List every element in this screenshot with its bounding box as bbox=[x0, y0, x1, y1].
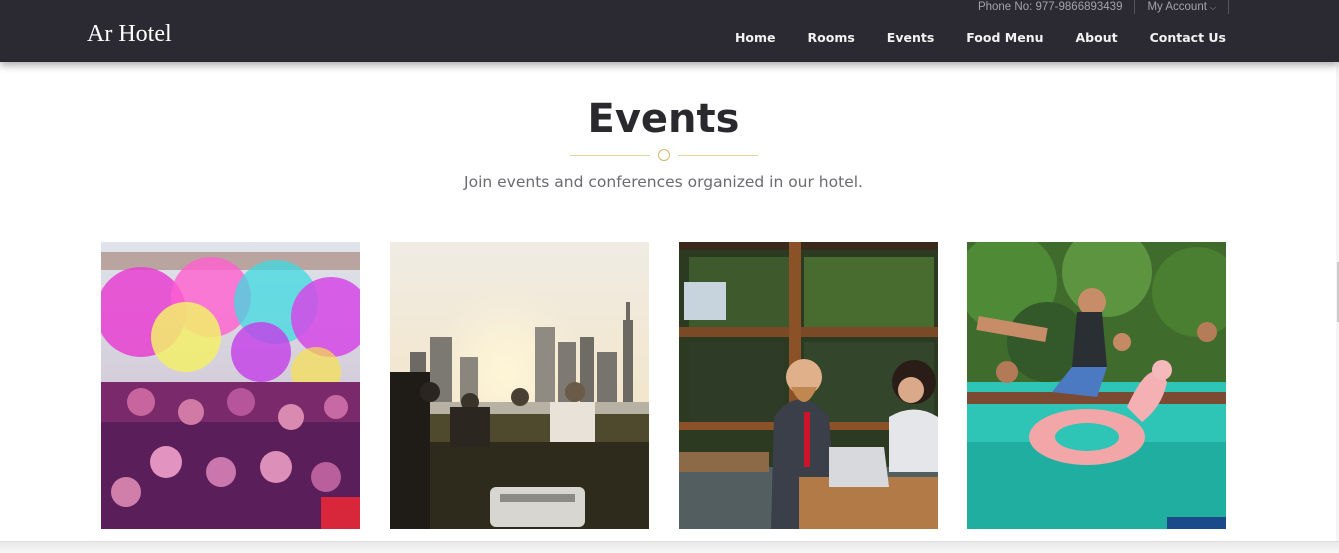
event-card-pool-party[interactable] bbox=[967, 242, 1226, 529]
site-header: Ar Hotel Phone No: 977-9866893439 My Acc… bbox=[0, 0, 1339, 62]
nav-food-menu[interactable]: Food Menu bbox=[966, 30, 1043, 46]
divider-line-right bbox=[678, 155, 758, 156]
brand-logo[interactable]: Ar Hotel bbox=[87, 19, 172, 49]
chevron-down-icon: ⌵ bbox=[1209, 3, 1216, 12]
nav-contact-us[interactable]: Contact Us bbox=[1150, 30, 1226, 46]
nav-home[interactable]: Home bbox=[735, 30, 776, 46]
my-account-label: My Account bbox=[1147, 1, 1207, 13]
utility-bar: Phone No: 977-9866893439 My Account ⌵ bbox=[978, 0, 1241, 14]
nav-about[interactable]: About bbox=[1076, 30, 1118, 46]
event-image-business-meeting bbox=[679, 242, 938, 529]
event-image-picnic bbox=[390, 242, 649, 529]
page-bottom-edge bbox=[0, 541, 1339, 553]
divider-line-left bbox=[570, 155, 650, 156]
event-image-pool-party bbox=[967, 242, 1226, 529]
event-card-color-festival[interactable] bbox=[101, 242, 360, 529]
phone-number: Phone No: 977-9866893439 bbox=[977, 1, 1123, 13]
nav-rooms[interactable]: Rooms bbox=[808, 30, 855, 46]
section-subtitle: Join events and conferences organized in… bbox=[464, 173, 863, 191]
main-nav: Home Rooms Events Food Menu About Contac… bbox=[735, 30, 1226, 46]
event-card-business-meeting[interactable] bbox=[679, 242, 938, 529]
my-account-dropdown[interactable]: My Account ⌵ bbox=[1147, 1, 1216, 13]
nav-events[interactable]: Events bbox=[887, 30, 934, 46]
utility-separator bbox=[1134, 0, 1136, 14]
event-card-picnic[interactable] bbox=[390, 242, 649, 529]
title-divider bbox=[570, 147, 758, 163]
event-image-color-festival bbox=[101, 242, 360, 529]
divider-circle-icon bbox=[658, 149, 670, 161]
section-title: Events bbox=[587, 96, 740, 142]
utility-separator bbox=[1228, 0, 1229, 14]
